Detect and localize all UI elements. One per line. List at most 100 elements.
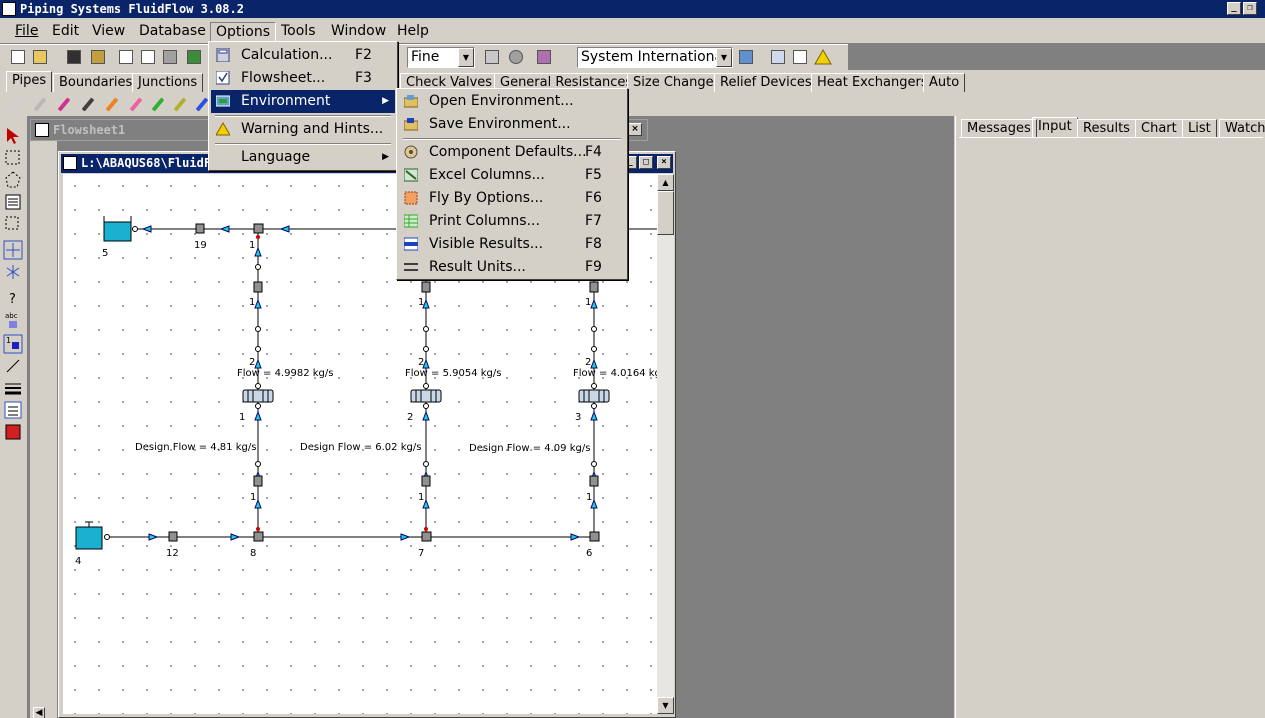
tab-boundaries[interactable]: Boundaries — [53, 73, 139, 92]
pipe-magenta-icon[interactable] — [57, 97, 71, 112]
maximize-button[interactable]: □ — [639, 156, 653, 169]
pipe-blue-icon[interactable] — [195, 97, 209, 112]
tab-auto[interactable]: Auto — [923, 73, 966, 92]
menu-window[interactable]: Window — [326, 22, 391, 42]
node-label: 1 — [250, 492, 257, 503]
save-icon[interactable] — [64, 47, 84, 67]
menu-item-language[interactable]: Language ▶ — [211, 146, 395, 169]
component-tabs: Pipes Boundaries Junctions Check Valves … — [0, 70, 1265, 92]
node-label: 1 — [418, 297, 425, 308]
line-weight-icon[interactable] — [3, 378, 23, 398]
asterisk-icon[interactable] — [3, 262, 23, 282]
menu-item-warnings[interactable]: Warning and Hints... — [211, 118, 395, 141]
menu-item-flowsheet[interactable]: Flowsheet... F3 — [211, 67, 395, 90]
node-label: 4 — [75, 556, 82, 567]
units-select-value: System International — [581, 49, 728, 65]
menu-item-environment[interactable]: Environment ▶ — [211, 90, 395, 113]
tab-list[interactable]: List — [1182, 119, 1217, 137]
new-file-icon[interactable] — [8, 47, 28, 67]
list-icon[interactable] — [3, 400, 23, 420]
menu-item-print-columns[interactable]: Print Columns... F7 — [399, 210, 625, 233]
menu-item-visible-results[interactable]: Visible Results... F8 — [399, 233, 625, 256]
text-label-icon[interactable]: abc — [3, 310, 23, 330]
tab-junctions[interactable]: Junctions — [132, 73, 204, 92]
fill-color-icon[interactable] — [3, 422, 23, 442]
calculator-icon[interactable] — [482, 47, 502, 67]
menu-item-shortcut: F3 — [355, 70, 372, 86]
menu-options[interactable]: Options — [210, 22, 277, 42]
mesh-select[interactable]: Fine ▼ — [407, 47, 475, 68]
open-folder-icon[interactable] — [30, 47, 50, 67]
menu-item-component-defaults[interactable]: Component Defaults... F4 — [399, 141, 625, 164]
menu-item-label: Fly By Options... — [429, 190, 544, 206]
warning-icon[interactable] — [813, 47, 833, 67]
close-icon[interactable]: × — [657, 156, 671, 169]
pipe-silver-icon[interactable] — [33, 97, 47, 112]
excel-export-icon[interactable] — [184, 47, 204, 67]
lasso-select-icon[interactable] — [3, 170, 23, 190]
menu-item-calculation[interactable]: Calculation... F2 — [211, 44, 395, 67]
visible-results-icon — [404, 237, 418, 251]
tab-chart[interactable]: Chart — [1135, 119, 1183, 137]
line-draw-icon[interactable] — [3, 356, 23, 376]
tab-results[interactable]: Results — [1077, 119, 1136, 137]
menu-file[interactable]: File — [10, 22, 43, 42]
network-icon[interactable] — [736, 47, 756, 67]
units-select[interactable]: System International ▼ — [577, 47, 733, 68]
menu-item-shortcut: F4 — [585, 144, 602, 160]
printer-icon[interactable] — [160, 47, 180, 67]
menu-help[interactable]: Help — [392, 22, 434, 42]
scroll-down-arrow[interactable]: ▼ — [657, 697, 674, 714]
tab-relief-devices[interactable]: Relief Devices — [714, 73, 818, 92]
tab-pipes[interactable]: Pipes — [6, 71, 53, 92]
tab-watch[interactable]: Watch — [1219, 119, 1265, 137]
pipe-green-icon[interactable] — [151, 97, 165, 112]
pipe-pink-icon[interactable] — [129, 97, 143, 112]
pipe-grey-icon[interactable] — [11, 97, 25, 112]
menu-edit[interactable]: Edit — [47, 22, 84, 42]
minimize-button[interactable]: _ — [1227, 2, 1241, 15]
menu-item-open-environment[interactable]: Open Environment... — [399, 90, 625, 113]
help-question-icon[interactable]: ? — [3, 288, 23, 308]
environment-submenu: Open Environment... Save Environment... … — [396, 88, 628, 280]
zoom-select-icon[interactable] — [3, 214, 23, 234]
tab-input[interactable]: Input — [1032, 117, 1078, 137]
vertical-scrollbar[interactable]: ▲ ▼ — [657, 174, 674, 714]
calculation-options-icon[interactable] — [768, 47, 788, 67]
close-icon[interactable]: × — [628, 123, 642, 136]
select-arrow-icon[interactable] — [3, 126, 23, 146]
menu-item-fly-by-options[interactable]: Fly By Options... F6 — [399, 187, 625, 210]
text-box-icon[interactable] — [3, 192, 23, 212]
scroll-left-arrow[interactable]: ◀ — [33, 707, 45, 718]
flowsheet1-title: Flowsheet1 — [53, 123, 126, 137]
book-icon[interactable] — [534, 47, 554, 67]
pipe-olive-icon[interactable] — [173, 97, 187, 112]
crosshair-icon[interactable] — [3, 240, 23, 260]
scroll-up-arrow[interactable]: ▲ — [657, 174, 674, 191]
print-preview-icon[interactable] — [116, 47, 136, 67]
menu-item-result-units[interactable]: Result Units... F9 — [399, 256, 625, 279]
menu-item-save-environment[interactable]: Save Environment... — [399, 113, 625, 136]
menu-view[interactable]: View — [87, 22, 130, 42]
flowsheet-check-icon[interactable] — [790, 47, 810, 67]
rect-select-icon[interactable] — [3, 148, 23, 168]
restore-button[interactable]: ❐ — [1243, 2, 1257, 15]
node-number-icon[interactable]: 1 — [3, 334, 23, 354]
pipe-black-icon[interactable] — [81, 97, 95, 112]
node-label: 1 — [418, 492, 425, 503]
menu-item-excel-columns[interactable]: Excel Columns... F5 — [399, 164, 625, 187]
tab-size-change[interactable]: Size Change — [627, 73, 720, 92]
menu-edit-label: Edit — [52, 23, 80, 39]
tab-messages[interactable]: Messages — [961, 119, 1037, 137]
menu-database[interactable]: Database — [134, 22, 211, 42]
menu-item-label: Component Defaults... — [429, 144, 587, 160]
page-icon[interactable] — [138, 47, 158, 67]
chevron-down-icon: ▼ — [716, 48, 732, 67]
menu-tools[interactable]: Tools — [276, 22, 321, 42]
tab-heat-exchangers[interactable]: Heat Exchangers — [811, 73, 934, 92]
stop-icon[interactable] — [506, 47, 526, 67]
excel-icon — [404, 168, 418, 182]
save-all-icon[interactable] — [88, 47, 108, 67]
pipe-orange-icon[interactable] — [105, 97, 119, 112]
scroll-thumb[interactable] — [657, 191, 674, 235]
